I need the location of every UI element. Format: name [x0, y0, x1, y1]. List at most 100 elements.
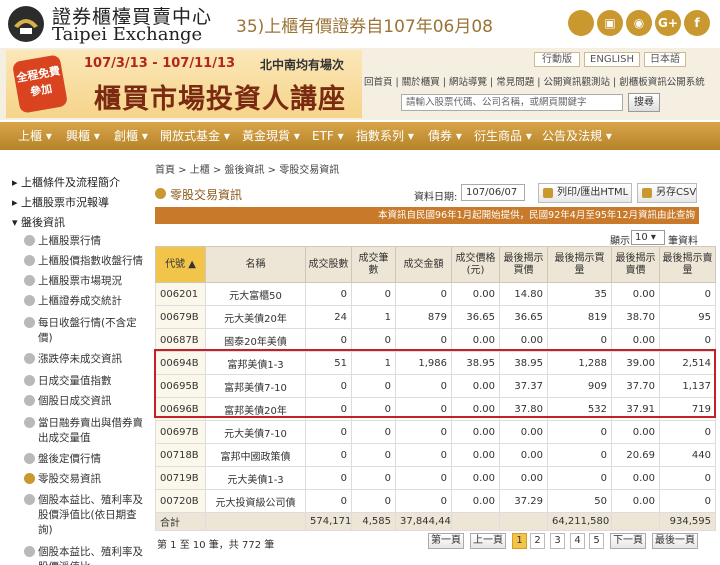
- bullet-icon: [24, 494, 35, 505]
- date-input[interactable]: 107/06/07: [461, 184, 525, 201]
- col-ask-volume[interactable]: 最後揭示賣量: [659, 246, 716, 283]
- japanese-button[interactable]: 日本語: [644, 52, 686, 67]
- table-cell: 440: [659, 443, 716, 467]
- stock-code-link[interactable]: 00720B: [155, 489, 206, 513]
- show-unit: 筆資料: [668, 236, 698, 247]
- total-cell: [611, 512, 660, 531]
- nav-derivatives[interactable]: 衍生商品 ▾: [474, 122, 532, 150]
- search-button[interactable]: 搜尋: [628, 93, 660, 112]
- facebook-icon[interactable]: f: [684, 10, 710, 36]
- sidebar-item[interactable]: 上櫃證券成交統計: [24, 294, 146, 309]
- stock-name: 富邦美債20年: [205, 397, 306, 421]
- col-bid-price[interactable]: 最後揭示買價: [499, 246, 548, 283]
- col-amount[interactable]: 成交金額: [395, 246, 452, 283]
- breadcrumb[interactable]: 首頁 > 上櫃 > 盤後資訊 > 零股交易資訊: [155, 161, 339, 176]
- stock-code-link[interactable]: 00719B: [155, 466, 206, 490]
- stock-code-link[interactable]: 00718B: [155, 443, 206, 467]
- stock-name: 元大投資級公司債: [205, 489, 306, 513]
- stock-code-link[interactable]: 00697B: [155, 420, 206, 444]
- stock-code-link[interactable]: 00679B: [155, 305, 206, 329]
- taipei-exchange-logo-icon[interactable]: [6, 4, 46, 44]
- english-button[interactable]: ENGLISH: [584, 52, 640, 67]
- nav-gisa[interactable]: 創櫃 ▾: [114, 122, 148, 150]
- table-cell: 2,514: [659, 351, 716, 375]
- table-cell: 0.00: [499, 443, 548, 467]
- google-plus-icon[interactable]: G+: [655, 10, 681, 36]
- col-volume[interactable]: 成交股數: [305, 246, 352, 283]
- next-page-button[interactable]: 下一頁: [610, 533, 646, 549]
- page-1-button[interactable]: 1: [512, 533, 527, 549]
- col-trades[interactable]: 成交筆數: [351, 246, 396, 283]
- title-bullet-icon: [155, 188, 166, 199]
- stock-name: 富邦美債7-10: [205, 374, 306, 398]
- table-cell: 0: [305, 443, 352, 467]
- nav-index[interactable]: 指數系列 ▾: [356, 122, 414, 150]
- nav-open-fund[interactable]: 開放式基金 ▾: [160, 122, 230, 150]
- android-icon[interactable]: ▣: [597, 10, 623, 36]
- sidebar-item[interactable]: 上櫃股價指數收盤行情: [24, 254, 146, 269]
- sidebar-item[interactable]: 漲跌停未成交資訊: [24, 352, 146, 367]
- sidebar-group-listing[interactable]: ▸ 上櫃條件及流程簡介: [12, 174, 120, 190]
- table-cell: 37.29: [499, 489, 548, 513]
- main-nav: 上櫃 ▾ 興櫃 ▾ 創櫃 ▾ 開放式基金 ▾ 黃金現貨 ▾ ETF ▾ 指數系列…: [0, 122, 720, 150]
- logo-english-text[interactable]: Taipei Exchange: [52, 24, 202, 45]
- table-cell: 0.00: [451, 282, 500, 306]
- table-cell: 0.00: [611, 466, 660, 490]
- nav-etf[interactable]: ETF ▾: [312, 122, 344, 150]
- news-marquee[interactable]: 35)上櫃有價證券自107年06月08: [236, 12, 493, 37]
- stock-code-link[interactable]: 00694B: [155, 351, 206, 375]
- mobile-version-button[interactable]: 行動版: [534, 52, 580, 67]
- bullet-icon: [24, 317, 35, 328]
- table-cell: 1,137: [659, 374, 716, 398]
- nav-emerging[interactable]: 興櫃 ▾: [66, 122, 100, 150]
- total-cell: 37,844,441: [395, 512, 452, 531]
- sidebar-item[interactable]: 日成交量值指數: [24, 374, 146, 389]
- prev-page-button[interactable]: 上一頁: [470, 533, 506, 549]
- sidebar-item[interactable]: 上櫃股票市場現況: [24, 274, 146, 289]
- first-page-button[interactable]: 第一頁: [428, 533, 464, 549]
- bullet-icon: [24, 353, 35, 364]
- sidebar-item[interactable]: 當日融券賣出與借券賣出成交量值: [24, 416, 146, 446]
- sidebar-item[interactable]: 盤後定價行情: [24, 452, 146, 467]
- stock-code-link[interactable]: 00695B: [155, 374, 206, 398]
- nav-listed[interactable]: 上櫃 ▾: [18, 122, 52, 150]
- rss-icon[interactable]: ◉: [626, 10, 652, 36]
- nav-gold[interactable]: 黃金現貨 ▾: [242, 122, 300, 150]
- sidebar-group-after-hours[interactable]: ▾ 盤後資訊: [12, 214, 65, 230]
- last-page-button[interactable]: 最後一頁: [652, 533, 698, 549]
- table-cell: 0: [351, 466, 396, 490]
- col-name[interactable]: 名稱: [205, 246, 306, 283]
- save-csv-button[interactable]: 另存CSV: [637, 183, 697, 203]
- apple-icon[interactable]: [568, 10, 594, 36]
- page-5-button[interactable]: 5: [589, 533, 604, 549]
- sidebar-item[interactable]: 個股日成交資訊: [24, 394, 146, 409]
- nav-announcements[interactable]: 公告及法規 ▾: [542, 122, 612, 150]
- sidebar-item-odd-lot[interactable]: 零股交易資訊: [24, 472, 146, 487]
- stock-code-link[interactable]: 00696B: [155, 397, 206, 421]
- notice-bar[interactable]: 本資訊自民國96年1月起開始提供，民國92年4月至95年12月資訊由此查詢: [155, 207, 699, 224]
- page-3-button[interactable]: 3: [550, 533, 565, 549]
- stock-code-link[interactable]: 006201: [155, 282, 206, 306]
- page-4-button[interactable]: 4: [570, 533, 585, 549]
- stock-code-link[interactable]: 00687B: [155, 328, 206, 352]
- col-bid-volume[interactable]: 最後揭示買量: [547, 246, 612, 283]
- sidebar-item[interactable]: 上櫃股票行情: [24, 234, 146, 249]
- col-code[interactable]: 代號 ▲: [155, 246, 206, 283]
- sidebar-item[interactable]: 個股本益比、殖利率及股價淨值比(依日期查詢): [24, 493, 146, 538]
- free-stamp: 全程免費參加: [11, 54, 69, 114]
- col-ask-price[interactable]: 最後揭示賣價: [611, 246, 660, 283]
- print-export-button[interactable]: 列印/匯出HTML: [538, 183, 632, 203]
- search-input[interactable]: 請輸入股票代碼、公司名稱，或網頁關鍵字: [401, 94, 623, 111]
- sidebar-item[interactable]: 每日收盤行情(不含定價): [24, 316, 146, 346]
- promo-banner[interactable]: 全程免費參加 107/3/13 - 107/11/13 北中南均有場次 櫃買市場…: [6, 50, 362, 118]
- table-cell: 0: [395, 443, 452, 467]
- table-cell: 0.00: [499, 466, 548, 490]
- utility-links[interactable]: 回首頁 | 關於櫃買 | 網站導覽 | 常見問題 | 公開資訊觀測站 | 創櫃板…: [364, 74, 705, 88]
- nav-bonds[interactable]: 債券 ▾: [428, 122, 462, 150]
- page-size-select[interactable]: 10 ▾: [631, 230, 665, 245]
- page-2-button[interactable]: 2: [530, 533, 545, 549]
- sidebar-item[interactable]: 個股本益比、殖利率及股價淨值比: [24, 545, 146, 565]
- col-price[interactable]: 成交價格(元): [451, 246, 500, 283]
- sidebar-group-market[interactable]: ▸ 上櫃股票市況報導: [12, 194, 109, 210]
- site-header: 證券櫃檯買賣中心 Taipei Exchange 35)上櫃有價證券自107年0…: [0, 0, 720, 48]
